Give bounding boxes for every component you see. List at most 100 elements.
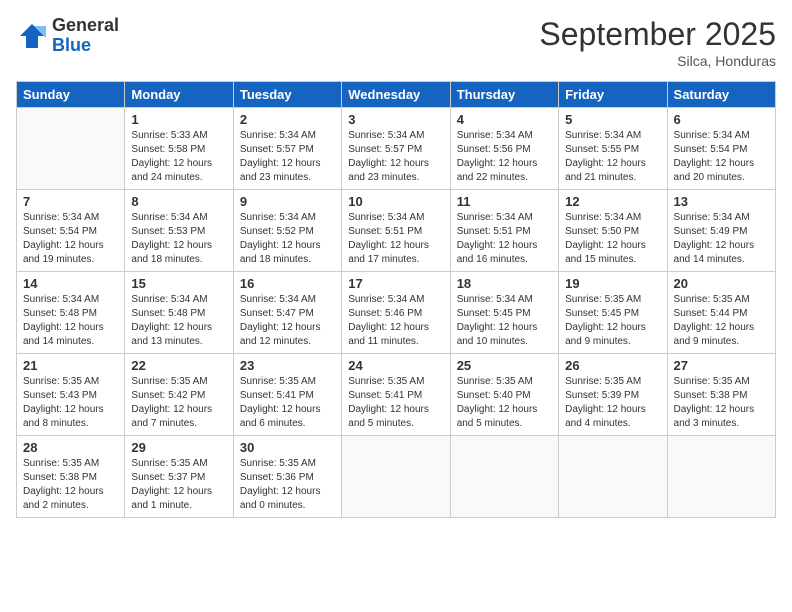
- day-info: Sunrise: 5:35 AM Sunset: 5:41 PM Dayligh…: [240, 375, 335, 431]
- column-header-friday: Friday: [559, 82, 667, 108]
- calendar-table: SundayMondayTuesdayWednesdayThursdayFrid…: [16, 81, 776, 518]
- day-number: 25: [457, 358, 552, 373]
- week-row-5: 28 Sunrise: 5:35 AM Sunset: 5:38 PM Dayli…: [17, 436, 776, 518]
- day-info: Sunrise: 5:33 AM Sunset: 5:58 PM Dayligh…: [131, 129, 226, 185]
- day-number: 27: [674, 358, 769, 373]
- day-info: Sunrise: 5:35 AM Sunset: 5:40 PM Dayligh…: [457, 375, 552, 431]
- calendar-cell: 14 Sunrise: 5:34 AM Sunset: 5:48 PM Dayli…: [17, 272, 125, 354]
- week-row-2: 7 Sunrise: 5:34 AM Sunset: 5:54 PM Daylig…: [17, 190, 776, 272]
- calendar-cell: 11 Sunrise: 5:34 AM Sunset: 5:51 PM Dayli…: [450, 190, 558, 272]
- day-info: Sunrise: 5:34 AM Sunset: 5:55 PM Dayligh…: [565, 129, 660, 185]
- calendar-cell: 19 Sunrise: 5:35 AM Sunset: 5:45 PM Dayli…: [559, 272, 667, 354]
- day-number: 21: [23, 358, 118, 373]
- day-number: 13: [674, 194, 769, 209]
- day-info: Sunrise: 5:35 AM Sunset: 5:38 PM Dayligh…: [23, 457, 118, 513]
- calendar-cell: [342, 436, 450, 518]
- day-number: 28: [23, 440, 118, 455]
- calendar-cell: [559, 436, 667, 518]
- calendar-cell: 8 Sunrise: 5:34 AM Sunset: 5:53 PM Daylig…: [125, 190, 233, 272]
- day-info: Sunrise: 5:34 AM Sunset: 5:51 PM Dayligh…: [348, 211, 443, 267]
- logo-blue-text: Blue: [52, 36, 119, 56]
- calendar-cell: 23 Sunrise: 5:35 AM Sunset: 5:41 PM Dayli…: [233, 354, 341, 436]
- day-info: Sunrise: 5:34 AM Sunset: 5:50 PM Dayligh…: [565, 211, 660, 267]
- day-number: 29: [131, 440, 226, 455]
- day-info: Sunrise: 5:34 AM Sunset: 5:57 PM Dayligh…: [348, 129, 443, 185]
- calendar-cell: [667, 436, 775, 518]
- day-number: 23: [240, 358, 335, 373]
- day-number: 20: [674, 276, 769, 291]
- calendar-cell: 24 Sunrise: 5:35 AM Sunset: 5:41 PM Dayli…: [342, 354, 450, 436]
- day-number: 6: [674, 112, 769, 127]
- column-header-wednesday: Wednesday: [342, 82, 450, 108]
- day-number: 3: [348, 112, 443, 127]
- calendar-cell: 4 Sunrise: 5:34 AM Sunset: 5:56 PM Daylig…: [450, 108, 558, 190]
- day-info: Sunrise: 5:35 AM Sunset: 5:37 PM Dayligh…: [131, 457, 226, 513]
- calendar-cell: [17, 108, 125, 190]
- column-header-saturday: Saturday: [667, 82, 775, 108]
- logo-general-text: General: [52, 16, 119, 36]
- day-number: 22: [131, 358, 226, 373]
- day-info: Sunrise: 5:35 AM Sunset: 5:44 PM Dayligh…: [674, 293, 769, 349]
- day-info: Sunrise: 5:34 AM Sunset: 5:46 PM Dayligh…: [348, 293, 443, 349]
- day-info: Sunrise: 5:34 AM Sunset: 5:51 PM Dayligh…: [457, 211, 552, 267]
- calendar-header: SundayMondayTuesdayWednesdayThursdayFrid…: [17, 82, 776, 108]
- week-row-3: 14 Sunrise: 5:34 AM Sunset: 5:48 PM Dayli…: [17, 272, 776, 354]
- calendar-cell: 15 Sunrise: 5:34 AM Sunset: 5:48 PM Dayli…: [125, 272, 233, 354]
- day-info: Sunrise: 5:34 AM Sunset: 5:48 PM Dayligh…: [23, 293, 118, 349]
- day-number: 19: [565, 276, 660, 291]
- day-info: Sunrise: 5:35 AM Sunset: 5:41 PM Dayligh…: [348, 375, 443, 431]
- day-number: 7: [23, 194, 118, 209]
- day-info: Sunrise: 5:35 AM Sunset: 5:42 PM Dayligh…: [131, 375, 226, 431]
- day-number: 5: [565, 112, 660, 127]
- day-number: 4: [457, 112, 552, 127]
- week-row-1: 1 Sunrise: 5:33 AM Sunset: 5:58 PM Daylig…: [17, 108, 776, 190]
- column-header-tuesday: Tuesday: [233, 82, 341, 108]
- calendar-cell: 30 Sunrise: 5:35 AM Sunset: 5:36 PM Dayli…: [233, 436, 341, 518]
- calendar-cell: 12 Sunrise: 5:34 AM Sunset: 5:50 PM Dayli…: [559, 190, 667, 272]
- calendar-cell: 17Sunrise: 5:34 AM Sunset: 5:46 PM Dayli…: [342, 272, 450, 354]
- day-info: Sunrise: 5:34 AM Sunset: 5:56 PM Dayligh…: [457, 129, 552, 185]
- day-number: 30: [240, 440, 335, 455]
- calendar-cell: 27 Sunrise: 5:35 AM Sunset: 5:38 PM Dayli…: [667, 354, 775, 436]
- location-text: Silca, Honduras: [539, 53, 776, 69]
- calendar-cell: 20 Sunrise: 5:35 AM Sunset: 5:44 PM Dayli…: [667, 272, 775, 354]
- day-number: 1: [131, 112, 226, 127]
- calendar-cell: 18Sunrise: 5:34 AM Sunset: 5:45 PM Dayli…: [450, 272, 558, 354]
- day-info: Sunrise: 5:34 AM Sunset: 5:54 PM Dayligh…: [23, 211, 118, 267]
- day-info: Sunrise: 5:35 AM Sunset: 5:38 PM Dayligh…: [674, 375, 769, 431]
- day-number: 16: [240, 276, 335, 291]
- day-info: Sunrise: 5:35 AM Sunset: 5:39 PM Dayligh…: [565, 375, 660, 431]
- day-number: 26: [565, 358, 660, 373]
- day-number: 18: [457, 276, 552, 291]
- day-number: 15: [131, 276, 226, 291]
- day-info: Sunrise: 5:34 AM Sunset: 5:47 PM Dayligh…: [240, 293, 335, 349]
- week-row-4: 21Sunrise: 5:35 AM Sunset: 5:43 PM Dayli…: [17, 354, 776, 436]
- day-number: 24: [348, 358, 443, 373]
- calendar-cell: 9Sunrise: 5:34 AM Sunset: 5:52 PM Daylig…: [233, 190, 341, 272]
- header-row: SundayMondayTuesdayWednesdayThursdayFrid…: [17, 82, 776, 108]
- day-info: Sunrise: 5:34 AM Sunset: 5:53 PM Dayligh…: [131, 211, 226, 267]
- day-number: 11: [457, 194, 552, 209]
- day-info: Sunrise: 5:35 AM Sunset: 5:45 PM Dayligh…: [565, 293, 660, 349]
- calendar-cell: 7 Sunrise: 5:34 AM Sunset: 5:54 PM Daylig…: [17, 190, 125, 272]
- day-number: 2: [240, 112, 335, 127]
- day-number: 8: [131, 194, 226, 209]
- day-info: Sunrise: 5:34 AM Sunset: 5:49 PM Dayligh…: [674, 211, 769, 267]
- day-number: 9: [240, 194, 335, 209]
- calendar-cell: 25 Sunrise: 5:35 AM Sunset: 5:40 PM Dayli…: [450, 354, 558, 436]
- calendar-cell: 13 Sunrise: 5:34 AM Sunset: 5:49 PM Dayli…: [667, 190, 775, 272]
- day-number: 10: [348, 194, 443, 209]
- day-info: Sunrise: 5:34 AM Sunset: 5:48 PM Dayligh…: [131, 293, 226, 349]
- day-number: 12: [565, 194, 660, 209]
- calendar-cell: 16 Sunrise: 5:34 AM Sunset: 5:47 PM Dayli…: [233, 272, 341, 354]
- calendar-cell: [450, 436, 558, 518]
- day-info: Sunrise: 5:35 AM Sunset: 5:36 PM Dayligh…: [240, 457, 335, 513]
- calendar-cell: 1 Sunrise: 5:33 AM Sunset: 5:58 PM Daylig…: [125, 108, 233, 190]
- title-block: September 2025 Silca, Honduras: [539, 16, 776, 69]
- column-header-monday: Monday: [125, 82, 233, 108]
- column-header-sunday: Sunday: [17, 82, 125, 108]
- logo: General Blue: [16, 16, 119, 56]
- day-number: 14: [23, 276, 118, 291]
- calendar-cell: 21Sunrise: 5:35 AM Sunset: 5:43 PM Dayli…: [17, 354, 125, 436]
- logo-icon: [16, 20, 48, 52]
